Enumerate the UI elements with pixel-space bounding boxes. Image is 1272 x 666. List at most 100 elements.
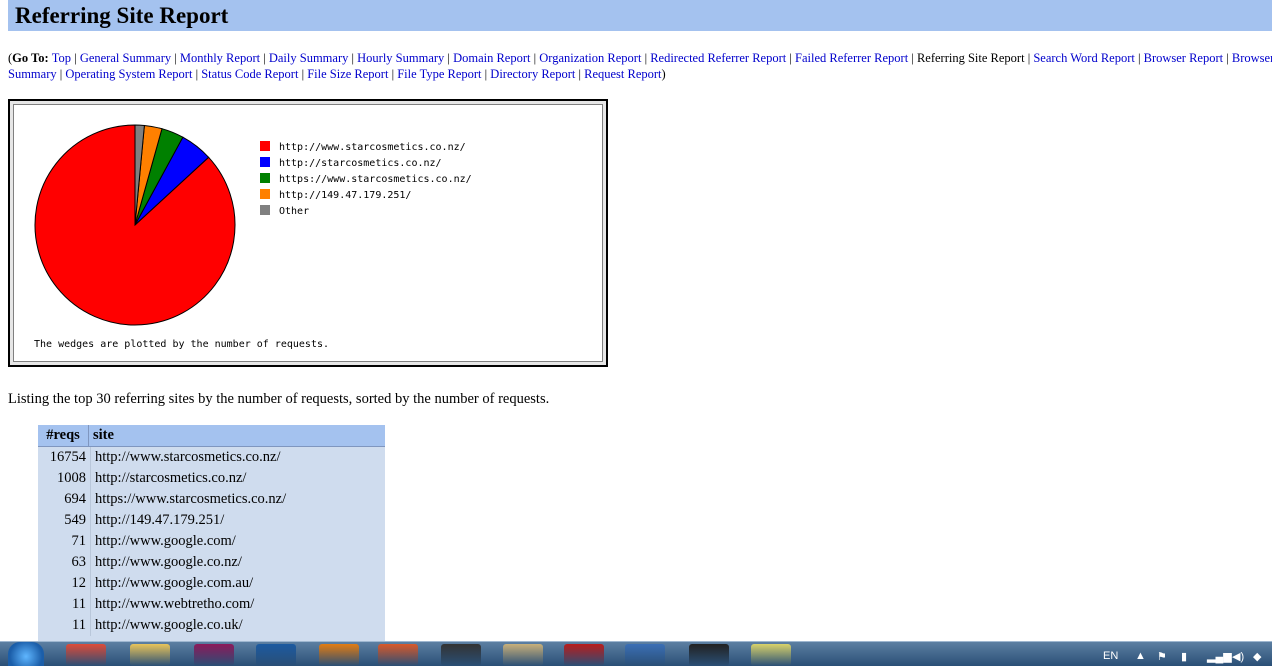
goto-separator: |	[575, 67, 585, 81]
site-cell: http://www.webtretho.com/	[95, 596, 255, 612]
goto-link-domain-report[interactable]: Domain Report	[453, 51, 530, 65]
listing-intro: Listing the top 30 referring sites by th…	[8, 391, 550, 407]
goto-separator: |	[71, 51, 80, 65]
table-row: 11 http://www.webtretho.com/	[38, 594, 385, 615]
reqs-cell: 71	[38, 531, 91, 552]
goto-link-monthly-report[interactable]: Monthly Report	[180, 51, 260, 65]
legend-swatch-0	[260, 141, 270, 151]
goto-link-top[interactable]: Top	[52, 51, 71, 65]
legend-label-1: http://starcosmetics.co.nz/	[279, 158, 442, 169]
table-row: 549 http://149.47.179.251/	[38, 510, 385, 531]
goto-separator: |	[171, 51, 180, 65]
goto-separator: |	[1024, 51, 1034, 65]
goto-separator: |	[192, 67, 202, 81]
header-bar: Referring Site Report	[8, 0, 1272, 31]
legend-label-0: http://www.starcosmetics.co.nz/	[279, 142, 466, 153]
clapperboard-icon[interactable]	[441, 644, 481, 666]
site-cell: http://www.google.com/	[95, 533, 236, 549]
legend-label-4: Other	[279, 206, 309, 217]
start-button[interactable]	[8, 642, 44, 666]
goto-link-request-report[interactable]: Request Report	[584, 67, 661, 81]
site-cell: https://www.starcosmetics.co.nz/	[95, 491, 287, 507]
goto-separator: |	[530, 51, 540, 65]
pie-chart-frame: http://www.starcosmetics.co.nz/http://st…	[8, 99, 608, 367]
goto-link-directory-report[interactable]: Directory Report	[490, 67, 575, 81]
column-header-site: site	[93, 427, 114, 443]
goto-separator: |	[481, 67, 491, 81]
reqs-cell: 549	[38, 510, 91, 531]
site-cell: http://www.google.co.nz/	[95, 554, 242, 570]
goto-line-2: Summary | Operating System Report | Stat…	[8, 66, 1272, 82]
network-icon[interactable]: ▂▄▆	[1207, 650, 1232, 663]
table-row: 12 http://www.google.com.au/	[38, 573, 385, 594]
legend-swatch-4	[260, 205, 270, 215]
goto-link-redirected-referrer-report[interactable]: Redirected Referrer Report	[650, 51, 786, 65]
keyboard-icon[interactable]	[625, 644, 665, 666]
legend-swatch-1	[260, 157, 270, 167]
site-cell: http://www.google.com.au/	[95, 575, 254, 591]
unity-icon[interactable]	[689, 644, 729, 666]
site-cell: http://starcosmetics.co.nz/	[95, 470, 247, 486]
volume-icon[interactable]: ◀)	[1232, 650, 1244, 663]
notepad-icon[interactable]	[751, 644, 791, 666]
goto-separator: |	[641, 51, 651, 65]
pie-chart: http://www.starcosmetics.co.nz/http://st…	[34, 124, 472, 350]
media-player-icon[interactable]	[378, 644, 418, 666]
goto-link-browser-report[interactable]: Browser Report	[1144, 51, 1224, 65]
power-icon[interactable]: ▮	[1181, 650, 1187, 663]
table-row: 11 http://www.google.co.uk/	[38, 615, 385, 636]
dropbox-icon[interactable]: ◆	[1253, 650, 1261, 663]
goto-link-search-word-report[interactable]: Search Word Report	[1033, 51, 1135, 65]
goto-link-referring-site-report: Referring Site Report	[916, 51, 1025, 65]
goto-link-general-summary[interactable]: General Summary	[80, 51, 171, 65]
language-indicator[interactable]: EN	[1103, 650, 1118, 662]
goto-link-hourly-summary[interactable]: Hourly Summary	[357, 51, 444, 65]
ninja-icon[interactable]	[564, 644, 604, 666]
photoshop-icon[interactable]	[256, 644, 296, 666]
legend-swatch-3	[260, 189, 270, 199]
illustrator-icon[interactable]	[319, 644, 359, 666]
goto-separator: |	[1134, 51, 1144, 65]
goto-link-file-size-report[interactable]: File Size Report	[307, 67, 388, 81]
reqs-cell: 1008	[38, 468, 91, 489]
goto-link-summary[interactable]: Summary	[8, 67, 57, 81]
site-cell: http://www.google.co.uk/	[95, 617, 243, 633]
goto-separator: |	[908, 51, 917, 65]
goto-link-status-code-report[interactable]: Status Code Report	[201, 67, 298, 81]
indesign-icon[interactable]	[194, 644, 234, 666]
reqs-cell: 694	[38, 489, 91, 510]
show-hidden-icons-icon[interactable]: ▲	[1135, 650, 1146, 662]
goto-suffix: )	[661, 67, 666, 81]
legend-swatch-2	[260, 173, 270, 183]
site-cell: http://www.starcosmetics.co.nz/	[95, 449, 281, 465]
reqs-cell: 63	[38, 552, 91, 573]
page-title: Referring Site Report	[15, 3, 229, 28]
goto-link-organization-report[interactable]: Organization Report	[539, 51, 641, 65]
goto-link-file-type-report[interactable]: File Type Report	[397, 67, 481, 81]
goto-separator: |	[388, 67, 398, 81]
folder-icon[interactable]	[130, 644, 170, 666]
goto-separator: |	[786, 51, 796, 65]
goto-nav: (Go To: Top | General Summary | Monthly …	[8, 50, 1272, 82]
reqs-cell: 16754	[38, 447, 91, 468]
action-center-icon[interactable]: ⚑	[1157, 650, 1167, 663]
table-row: 71 http://www.google.com/	[38, 531, 385, 552]
reqs-cell: 11	[38, 594, 91, 615]
reqs-cell: 11	[38, 615, 91, 636]
goto-separator: |	[444, 51, 454, 65]
goto-separator: |	[260, 51, 269, 65]
goto-link-failed-referrer-report[interactable]: Failed Referrer Report	[795, 51, 908, 65]
alpha-book-icon[interactable]	[503, 644, 543, 666]
legend-label-2: https://www.starcosmetics.co.nz/	[279, 174, 472, 185]
table-row: 1008 http://starcosmetics.co.nz/	[38, 468, 385, 489]
reqs-cell: 12	[38, 573, 91, 594]
goto-separator: |	[1223, 51, 1232, 65]
goto-link-daily-summary[interactable]: Daily Summary	[269, 51, 349, 65]
table-row: 63 http://www.google.co.nz/	[38, 552, 385, 573]
goto-separator: |	[348, 51, 358, 65]
table-row: 16754 http://www.starcosmetics.co.nz/	[38, 447, 385, 468]
goto-link-browser[interactable]: Browser	[1232, 51, 1272, 65]
goto-link-operating-system-report[interactable]: Operating System Report	[65, 67, 192, 81]
column-header-reqs: #reqs	[38, 425, 89, 446]
chrome-icon[interactable]	[66, 644, 106, 666]
